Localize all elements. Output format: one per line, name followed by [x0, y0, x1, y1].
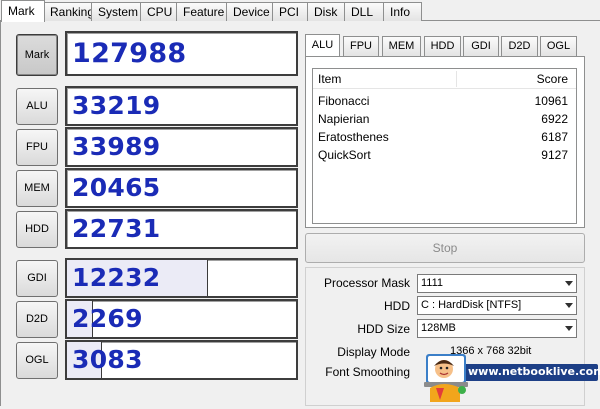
subtab-d2d[interactable]: D2D: [501, 36, 538, 56]
mem-button[interactable]: MEM: [16, 170, 58, 207]
font-smoothing-label: Font Smoothing: [325, 365, 410, 379]
score-value: 127988: [72, 37, 187, 69]
mark-button[interactable]: Mark: [16, 34, 58, 76]
hdd-label: HDD: [384, 299, 410, 313]
tab-info[interactable]: Info: [383, 2, 422, 21]
item-name: QuickSort: [318, 148, 371, 162]
mem-score: 20465: [65, 168, 298, 208]
fpu-score: 33989: [65, 127, 298, 167]
tab-mark[interactable]: Mark: [1, 0, 45, 22]
score-value: 12232: [72, 262, 161, 292]
alu-button[interactable]: ALU: [16, 88, 58, 125]
tab-device[interactable]: Device: [226, 2, 273, 21]
subtab-mem[interactable]: MEM: [382, 36, 421, 56]
score-value: 3083: [72, 344, 143, 374]
chevron-down-icon: [565, 303, 573, 308]
processor-mask-select[interactable]: 1111: [417, 274, 577, 293]
chevron-down-icon: [565, 326, 573, 331]
tab-system[interactable]: System: [91, 2, 141, 21]
subtab-alu[interactable]: ALU: [305, 34, 340, 56]
fpu-button[interactable]: FPU: [16, 129, 58, 166]
subtab-hdd[interactable]: HDD: [424, 36, 461, 56]
item-name: Eratosthenes: [318, 130, 389, 144]
selected-value: 128MB: [421, 322, 456, 334]
ogl-button[interactable]: OGL: [16, 342, 58, 379]
gdi-score: 12232: [65, 258, 298, 298]
hdd-select[interactable]: C : HardDisk [NTFS]: [417, 296, 577, 315]
item-score: 6187: [541, 130, 568, 144]
list-item[interactable]: QuickSort 9127: [313, 146, 576, 165]
column-score[interactable]: Score: [537, 69, 568, 89]
hdd-size-label: HDD Size: [357, 322, 410, 336]
item-score: 6922: [541, 112, 568, 126]
column-item[interactable]: Item: [318, 69, 341, 89]
gdi-button[interactable]: GDI: [16, 260, 58, 297]
display-mode-label: Display Mode: [337, 345, 410, 359]
d2d-score: 2269: [65, 299, 298, 339]
list-item[interactable]: Eratosthenes 6187: [313, 128, 576, 147]
ogl-score: 3083: [65, 340, 298, 380]
item-score: 10961: [534, 94, 568, 108]
d2d-button[interactable]: D2D: [16, 301, 58, 338]
mark-score: 127988: [65, 31, 298, 76]
hdd-size-select[interactable]: 128MB: [417, 319, 577, 338]
hdd-score: 22731: [65, 209, 298, 249]
item-name: Fibonacci: [318, 94, 370, 108]
list-item[interactable]: Napierian 6922: [313, 110, 576, 129]
tab-cpu[interactable]: CPU: [140, 2, 177, 21]
subtab-ogl[interactable]: OGL: [540, 36, 577, 56]
stop-button[interactable]: Stop: [305, 233, 585, 263]
item-score: 9127: [541, 148, 568, 162]
score-value: 20465: [72, 172, 161, 202]
subtab-fpu[interactable]: FPU: [343, 36, 379, 56]
watermark-logo-icon: [424, 354, 598, 402]
list-header: Item Score: [313, 69, 576, 89]
score-value: 22731: [72, 213, 161, 243]
netbooklive-watermark: www.netbooklive.com: [422, 352, 600, 406]
column-divider: [456, 71, 457, 87]
processor-mask-label: Processor Mask: [323, 276, 410, 290]
selected-value: C : HardDisk [NTFS]: [421, 299, 522, 311]
tab-disk[interactable]: Disk: [307, 2, 345, 21]
alu-score: 33219: [65, 86, 298, 126]
score-value: 2269: [72, 303, 143, 333]
score-value: 33989: [72, 131, 161, 161]
results-list[interactable]: Item Score Fibonacci 10961 Napierian 692…: [312, 68, 577, 224]
list-item[interactable]: Fibonacci 10961: [313, 92, 576, 111]
tab-dll[interactable]: DLL: [344, 2, 384, 21]
chevron-down-icon: [565, 281, 573, 286]
main-tab-bar: Mark Ranking System CPU Feature Device P…: [0, 0, 600, 22]
watermark-url: www.netbooklive.com: [468, 365, 600, 378]
subtab-bar: ALU FPU MEM HDD GDI D2D OGL: [305, 34, 585, 58]
tab-feature[interactable]: Feature: [176, 2, 227, 21]
subtab-gdi[interactable]: GDI: [463, 36, 499, 56]
score-value: 33219: [72, 90, 161, 120]
tab-ranking[interactable]: Ranking: [43, 2, 94, 21]
item-name: Napierian: [318, 112, 370, 126]
tab-pci[interactable]: PCI: [272, 2, 308, 21]
selected-value: 1111: [421, 277, 444, 289]
hdd-button[interactable]: HDD: [16, 211, 58, 248]
